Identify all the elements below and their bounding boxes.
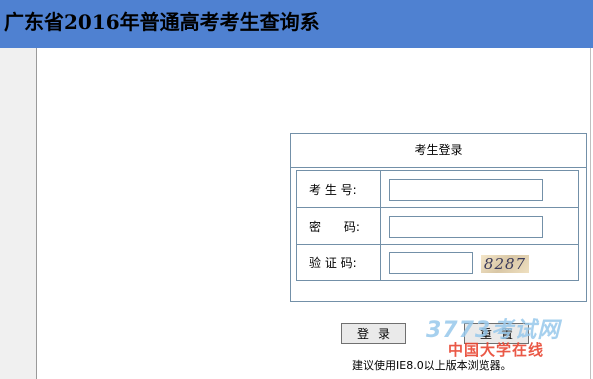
captcha-image[interactable]: 8287 (481, 255, 529, 273)
right-divider (590, 48, 591, 379)
password-cell (381, 208, 578, 244)
exam-number-cell (381, 171, 578, 207)
form-row-captcha: 验 证 码: 8287 (297, 245, 578, 280)
login-form: 考 生 号: 密 码: 验 证 码: 8287 (296, 170, 579, 281)
browser-hint: 建议使用IE8.0以上版本浏览器。 (352, 359, 512, 372)
login-panel-title: 考生登录 (291, 134, 586, 168)
captcha-input[interactable] (389, 252, 473, 274)
page-title: 广东省2016年普通高考考生查询系 (4, 10, 320, 34)
captcha-label: 验 证 码: (297, 245, 381, 280)
exam-number-input[interactable] (389, 179, 543, 201)
exam-number-label: 考 生 号: (297, 171, 381, 207)
captcha-cell: 8287 (381, 245, 578, 280)
left-sidebar (0, 48, 37, 379)
header-bar: 广东省2016年普通高考考生查询系 (0, 0, 593, 48)
login-panel: 考生登录 考 生 号: 密 码: 验 证 码: 8287 (290, 133, 587, 302)
login-button[interactable]: 登录 (341, 323, 406, 344)
password-input[interactable] (389, 216, 543, 238)
password-label: 密 码: (297, 208, 381, 244)
form-row-exam-number: 考 生 号: (297, 171, 578, 208)
form-row-password: 密 码: (297, 208, 578, 245)
